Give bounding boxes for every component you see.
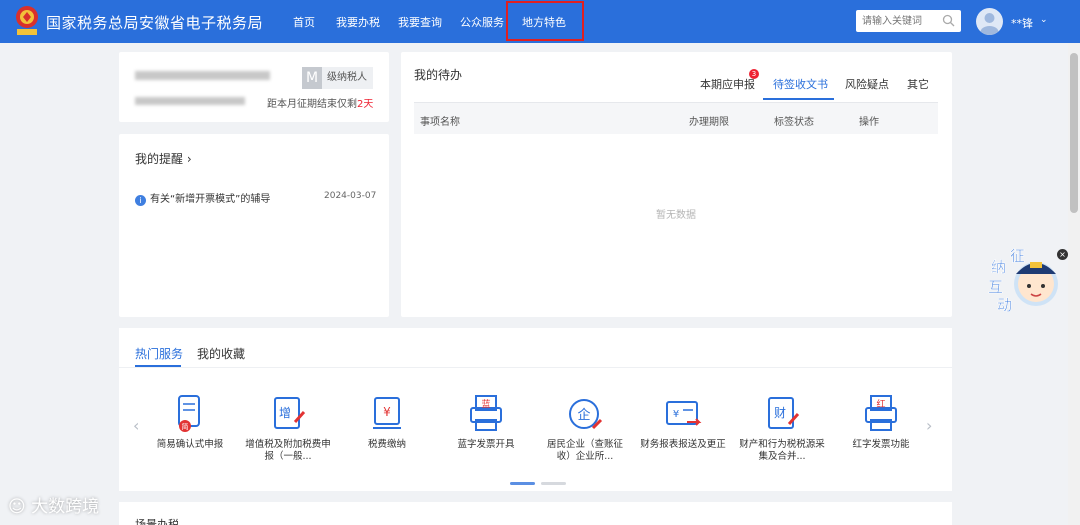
reminder-text[interactable]: 有关“新增开票模式”的辅导 [150,194,270,205]
chevron-down-icon[interactable]: ⌄ [1040,15,1048,25]
user-icon [980,13,999,35]
property-tax-icon: 财 [768,397,800,429]
highlight-annotation-box [506,1,584,41]
service-financial-report[interactable]: ¥ 财务报表报送及更正 [638,392,728,451]
tax-payment-icon: ¥ [373,397,401,429]
reminders-title-link[interactable]: 我的提醒 › [135,150,192,167]
reminder-date: 2024-03-07 [324,191,377,201]
svg-text:简: 简 [182,422,189,431]
svg-text:动: 动 [997,296,1012,314]
user-name[interactable]: **锋 [1011,15,1033,31]
search-input[interactable] [862,13,942,29]
nav-query[interactable]: 我要查询 [398,14,442,30]
deadline-text: 距本月征期结束仅剩 [267,99,357,110]
search-box[interactable] [856,10,961,32]
active-tab-indicator [763,98,834,100]
column-header: 操作 [859,117,879,128]
service-enterprise-income-tax[interactable]: 企 居民企业（查账征收）企业所... [540,392,630,463]
tab-other[interactable]: 其它 [907,76,929,92]
carousel-dot[interactable] [541,482,566,485]
mascot-officer-icon: 征 纳 互 动 [988,247,1058,314]
carousel-prev-arrow[interactable]: ‹ [133,416,139,435]
svg-text:蓝: 蓝 [481,398,490,410]
redacted-tax-id [135,97,245,105]
svg-text:增: 增 [279,406,291,420]
carousel-dot-active[interactable] [510,482,535,485]
svg-text:红: 红 [876,398,885,410]
interaction-mascot-widget[interactable]: 征 纳 互 动 [982,244,1062,316]
watermark-logo-icon: ☺ [8,497,32,517]
column-header: 办理期限 [689,117,729,128]
scroll-icon: 简 [178,395,200,432]
nav-public-services[interactable]: 公众服务 [460,14,504,30]
active-tab-indicator [135,365,181,367]
scrollbar-thumb[interactable] [1070,53,1078,213]
column-header: 标签状态 [774,117,814,128]
service-label: 红字发票功能 [852,439,910,450]
service-label: 居民企业（查账征收）企业所... [546,439,623,462]
redacted-company-name [135,71,270,80]
tax-emblem-icon[interactable] [14,5,40,37]
tab-current-declaration[interactable]: 本期应申报 [700,76,755,92]
service-red-invoice[interactable]: 红 红字发票功能 [836,392,926,451]
scenario-services-card [119,502,952,525]
carousel-next-arrow[interactable]: › [926,416,932,435]
svg-text:征: 征 [1010,247,1025,265]
service-label: 增值税及附加税费申报（一般... [245,439,331,462]
todo-title: 我的待办 [414,68,463,82]
service-label: 蓝字发票开具 [457,439,515,450]
reminder-item[interactable]: i 有关“新增开票模式”的辅导 [135,190,270,206]
top-navigation-bar: 国家税务总局安徽省电子税务局 首页 我要办税 我要查询 公众服务 地方特色 **… [0,0,1080,43]
vat-declare-icon: 增 [274,397,306,429]
filing-deadline-notice: 距本月征期结束仅剩2天 [267,95,373,110]
svg-text:企: 企 [577,407,590,423]
service-vat-declaration[interactable]: 增 增值税及附加税费申报（一般... [243,392,333,463]
service-property-behavior-tax[interactable]: 财 财产和行为税税源采集及合并... [737,392,827,463]
svg-text:¥: ¥ [673,409,679,420]
page-scrollbar[interactable] [1068,43,1080,525]
divider [119,367,952,368]
search-icon[interactable] [942,14,955,27]
financial-report-icon: ¥ [666,401,702,426]
service-simple-declaration[interactable]: 简 简易确认式申报 [145,392,235,451]
todo-table-header: 事项名称 办理期限 标签状态 操作 [414,102,938,134]
scenario-services-title: 场景办税 [135,518,179,525]
deadline-days: 2天 [357,99,374,110]
taxpayer-level-label: 级纳税人 [322,67,373,89]
svg-text:¥: ¥ [383,405,391,419]
service-label: 财务报表报送及更正 [640,439,726,450]
service-blue-invoice[interactable]: 蓝 蓝字发票开具 [441,392,531,451]
service-label: 税费缴纳 [367,439,406,450]
red-invoice-icon: 红 [865,395,897,431]
svg-text:互: 互 [988,278,1003,296]
watermark-text: 大数跨境 [31,497,100,517]
mascot-close-icon[interactable]: × [1057,249,1068,260]
tab-risk-doubts[interactable]: 风险疑点 [845,76,889,92]
watermark: ☺ 大数跨境 [8,492,99,517]
column-header: 事项名称 [420,117,460,128]
user-avatar[interactable] [976,8,1003,35]
service-label: 财产和行为税税源采集及合并... [739,439,825,462]
empty-state-text: 暂无数据 [656,210,696,221]
enterprise-tax-icon: 企 [569,399,603,430]
site-title[interactable]: 国家税务总局安徽省电子税务局 [46,12,263,33]
service-tax-payment[interactable]: ¥ 税费缴纳 [342,392,432,451]
info-icon: i [135,195,146,206]
service-label: 简易确认式申报 [156,439,224,450]
nav-home[interactable]: 首页 [293,14,315,30]
tab-pending-documents[interactable]: 待签收文书 [773,76,828,92]
tab-hot-services[interactable]: 热门服务 [135,345,183,362]
taxpayer-level-badge: M [302,67,322,89]
blue-invoice-icon: 蓝 [470,395,502,431]
nav-tax-services[interactable]: 我要办税 [336,14,380,30]
tab-my-favorites[interactable]: 我的收藏 [197,345,245,362]
tab-count-badge: 3 [749,69,759,79]
svg-text:财: 财 [774,406,786,420]
svg-text:纳: 纳 [991,258,1006,276]
